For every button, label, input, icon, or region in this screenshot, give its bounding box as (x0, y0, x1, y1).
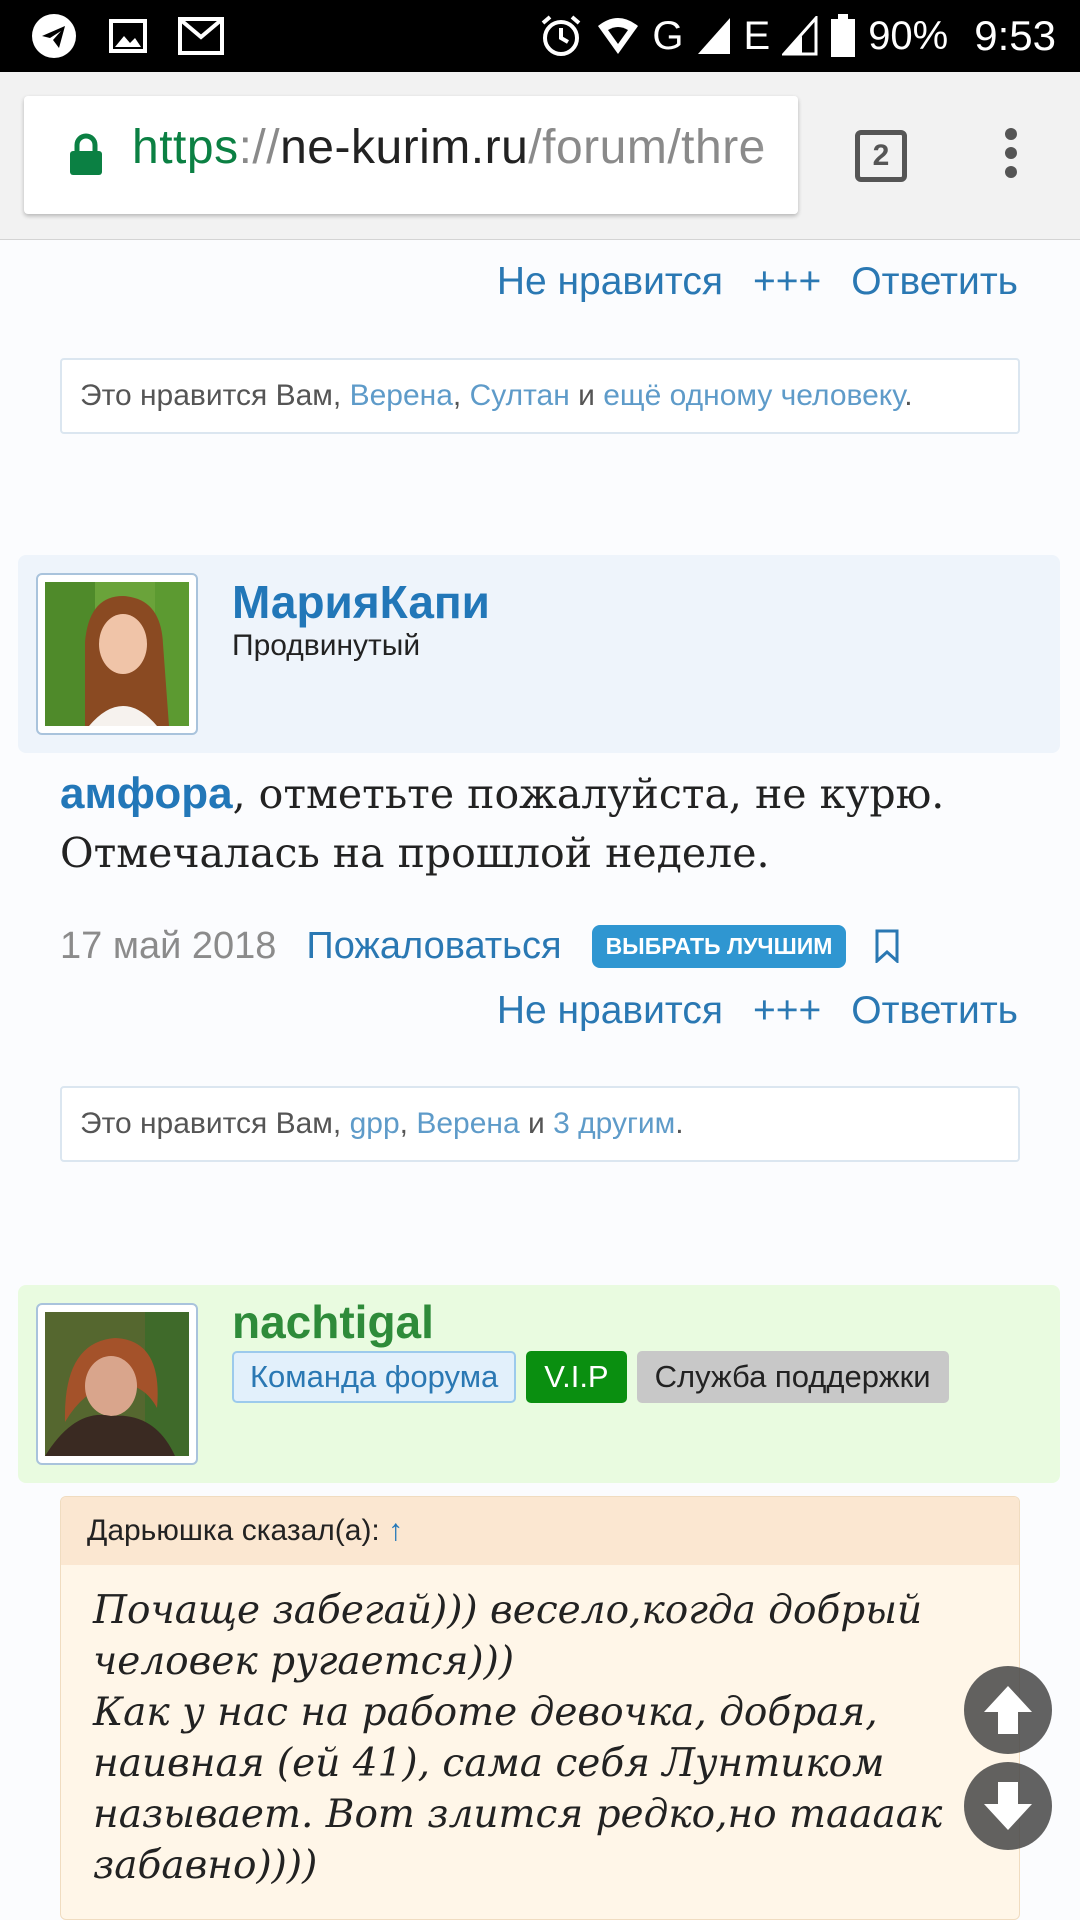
quote-jump-link[interactable]: ↑ (388, 1514, 403, 1547)
avatar[interactable] (36, 573, 198, 735)
gallery-icon (109, 19, 147, 53)
signal-icon (697, 18, 730, 54)
arrow-down-icon (984, 1782, 1032, 1830)
like-user-link[interactable]: Султан (470, 379, 570, 412)
user-badges: Команда форума V.I.P Служба поддержки (232, 1351, 949, 1403)
address-bar[interactable]: https://ne-kurim.ru/forum/thre (24, 96, 798, 214)
post-header: МарияКапи Продвинутый (18, 555, 1060, 753)
scroll-up-button[interactable] (964, 1666, 1052, 1754)
quote-text: Почаще забегай))) весело,когда добрый че… (93, 1588, 943, 1888)
post-date[interactable]: 17 май 2018 (60, 925, 276, 968)
lock-icon (70, 133, 102, 175)
quote-author: Дарьюшка сказал(а): (87, 1514, 389, 1547)
quote-header: Дарьюшка сказал(а): ↑ (61, 1497, 1019, 1565)
like-others-link[interactable]: 3 другим (553, 1107, 675, 1140)
quote-block: Дарьюшка сказал(а): ↑ Почаще забегай))) … (60, 1496, 1020, 1920)
like-user-link[interactable]: Верена (416, 1107, 519, 1140)
wifi-icon (598, 18, 639, 54)
gmail-icon (178, 17, 224, 55)
username-link[interactable]: МарияКапи (232, 575, 490, 629)
like-user-link[interactable]: gpp (350, 1107, 400, 1140)
post-actions: Не нравится +++ Ответить (497, 989, 1018, 1033)
post-message: амфора, отметьте пожалуйста, не курю. От… (60, 769, 945, 877)
username-link[interactable]: nachtigal (232, 1295, 434, 1349)
battery-icon (831, 14, 856, 57)
badge-support: Служба поддержки (636, 1351, 949, 1403)
avatar[interactable] (36, 1303, 198, 1465)
post-meta: 17 май 2018 Пожаловаться ВЫБРАТЬ ЛУЧШИМ (60, 921, 900, 971)
url-text: https://ne-kurim.ru/forum/thre (132, 121, 766, 174)
likes-summary-top: Это нравится Вам, Верена, Султан и ещё о… (60, 358, 1020, 434)
browser-toolbar: https://ne-kurim.ru/forum/thre 2 (0, 72, 1080, 240)
signal-icon-2 (782, 16, 818, 56)
battery-percent: 90% (868, 13, 949, 58)
report-link[interactable]: Пожаловаться (306, 925, 561, 968)
likes-summary: Это нравится Вам, gpp, Верена и 3 другим… (60, 1086, 1020, 1162)
post-header: nachtigal Команда форума V.I.P Служба по… (18, 1285, 1060, 1483)
user-title: Продвинутый (232, 629, 421, 662)
choose-best-button[interactable]: ВЫБРАТЬ ЛУЧШИМ (591, 924, 847, 968)
clock: 9:53 (974, 12, 1056, 59)
post-actions-top: Не нравится +++ Ответить (497, 260, 1018, 304)
tab-switcher-button[interactable]: 2 (855, 130, 907, 182)
network-e-label: E (743, 13, 771, 58)
mention-link[interactable]: амфора (60, 769, 233, 818)
badge-vip: V.I.P (526, 1351, 627, 1403)
like-user-link[interactable]: Верена (350, 379, 453, 412)
like-others-link[interactable]: ещё одному человеку (603, 379, 904, 412)
plus-link[interactable]: +++ (753, 989, 821, 1033)
badge-forum-team: Команда форума (232, 1351, 517, 1403)
status-bar: G E 90% 9:53 (0, 0, 1080, 72)
bookmark-icon[interactable] (874, 929, 900, 963)
dislike-link[interactable]: Не нравится (497, 989, 723, 1033)
arrow-up-icon (984, 1686, 1032, 1734)
dislike-link[interactable]: Не нравится (497, 260, 723, 304)
overflow-menu-icon[interactable] (996, 128, 1026, 188)
scroll-down-button[interactable] (964, 1762, 1052, 1850)
reply-link[interactable]: Ответить (851, 260, 1018, 304)
network-g-label: G (652, 13, 684, 58)
plus-link[interactable]: +++ (753, 260, 821, 304)
telegram-icon (32, 14, 76, 58)
alarm-icon (542, 15, 581, 56)
reply-link[interactable]: Ответить (851, 989, 1018, 1033)
